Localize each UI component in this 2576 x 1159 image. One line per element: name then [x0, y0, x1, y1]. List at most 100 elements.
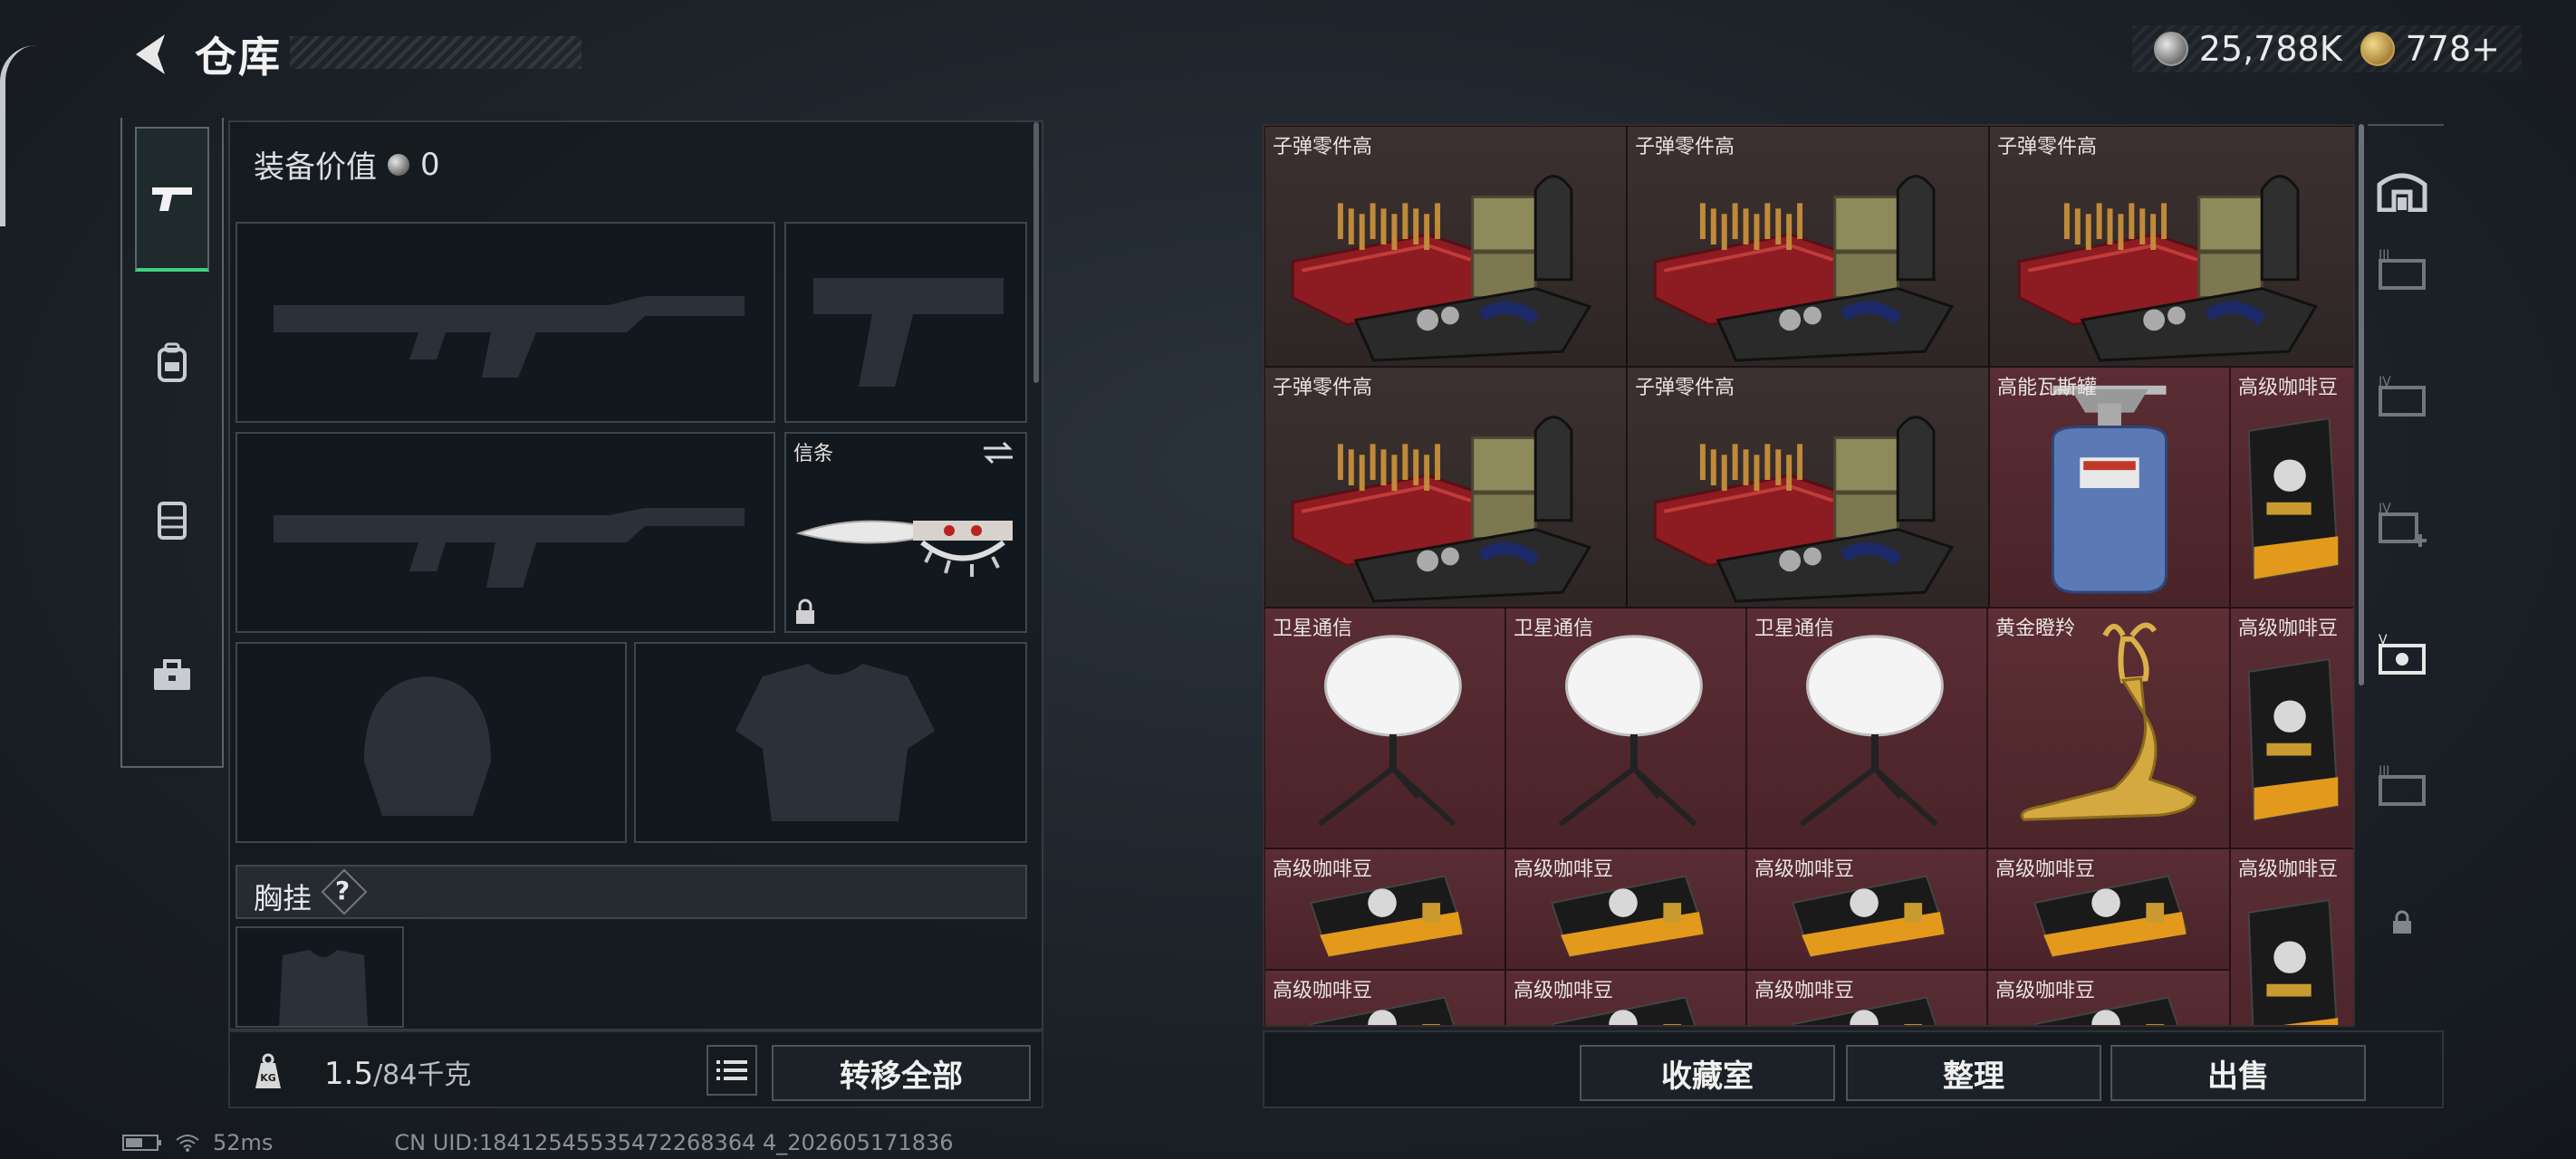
- secondary-weapon-slot[interactable]: [235, 432, 775, 633]
- sell-button[interactable]: 出售: [2110, 1045, 2366, 1101]
- transfer-all-button[interactable]: 转移全部: [772, 1045, 1031, 1101]
- collection-room-button[interactable]: 收藏室: [1580, 1045, 1835, 1101]
- item-label: 子弹零件高: [1273, 136, 1373, 158]
- bullet-item-icon: [1291, 175, 1592, 362]
- item-label: 子弹零件高: [1635, 377, 1735, 399]
- list-view-button[interactable]: [706, 1045, 757, 1096]
- inventory-item-coffee-flat[interactable]: 高级咖啡豆: [1264, 970, 1505, 1025]
- inventory-item-gas[interactable]: 高能瓦斯罐: [1989, 367, 2230, 608]
- list-icon: [716, 1060, 747, 1080]
- inventory-item-coffee-flat[interactable]: 高级咖啡豆: [1987, 970, 2230, 1025]
- help-icon[interactable]: ?: [335, 876, 350, 905]
- edge-arc-decoration: [0, 45, 42, 226]
- item-label: 子弹零件高: [1635, 136, 1735, 158]
- equipment-value: 装备价值 0: [254, 142, 440, 187]
- coffee-bag-item-icon: [2247, 417, 2340, 580]
- pistol-slot[interactable]: [784, 222, 1027, 423]
- swap-icon[interactable]: [980, 439, 1016, 466]
- inventory-item-coffee-flat[interactable]: 高级咖啡豆: [1505, 848, 1746, 970]
- storage-iii-icon[interactable]: III: [2373, 242, 2431, 300]
- armor-silhouette-icon: [735, 664, 935, 821]
- status-line: 52ms CN UID:18412545535472268364 4_20260…: [122, 1130, 954, 1155]
- page-header: 仓库: [122, 18, 282, 91]
- storage-iii-b-icon[interactable]: III: [2373, 758, 2431, 816]
- helmet-slot[interactable]: [235, 642, 627, 843]
- inventory-item-bullet[interactable]: 子弹零件高: [1989, 126, 2353, 367]
- silver-currency[interactable]: 25,788K: [2153, 29, 2342, 69]
- item-label: 黄金瞪羚: [1995, 618, 2076, 640]
- coffee-bag-item-icon: [2247, 657, 2340, 821]
- item-label: 高能瓦斯罐: [1997, 377, 2098, 399]
- pistol-silhouette-icon: [813, 278, 1004, 387]
- inventory-item-satellite[interactable]: 卫星通信: [1505, 608, 1746, 848]
- rig-icon: [158, 502, 187, 540]
- item-label: 子弹零件高: [1997, 136, 2098, 158]
- tab-weapons[interactable]: [135, 127, 209, 272]
- chest-rig-slot[interactable]: [235, 926, 404, 1028]
- pistol-icon: [152, 187, 192, 211]
- weight-bar: KG 1.5/84千克 转移全部: [228, 1030, 1043, 1108]
- item-label: 高级咖啡豆: [2238, 858, 2339, 881]
- svg-text:III: III: [2379, 764, 2389, 779]
- storage-iv-add-icon[interactable]: IV: [2373, 495, 2431, 553]
- tab-rig[interactable]: [135, 447, 209, 592]
- storage-v-icon[interactable]: V: [2373, 627, 2431, 685]
- inventory-item-satellite[interactable]: 卫星通信: [1264, 608, 1505, 848]
- inventory-item-coffee-bag[interactable]: 高级咖啡豆: [2230, 367, 2353, 608]
- inventory-item-bullet[interactable]: 子弹零件高: [1627, 126, 1989, 367]
- grid-scrollbar[interactable]: [2359, 124, 2364, 685]
- tab-toolbox[interactable]: [135, 603, 209, 748]
- item-label: 高级咖啡豆: [1754, 980, 1855, 1002]
- vault-icon[interactable]: [2373, 160, 2431, 218]
- armor-slot[interactable]: [634, 642, 1027, 843]
- item-label: 子弹零件高: [1273, 377, 1373, 399]
- bullet-item-icon: [2017, 175, 2319, 362]
- ping-text: 52ms: [213, 1130, 274, 1155]
- inventory-item-coffee-bag[interactable]: 高级咖啡豆: [2230, 608, 2353, 848]
- inventory-item-bullet[interactable]: 子弹零件高: [1264, 126, 1627, 367]
- uid-text: CN UID:18412545535472268364 4_2026051718…: [394, 1130, 954, 1155]
- tab-backpack[interactable]: [135, 290, 209, 435]
- inventory-item-coffee-flat[interactable]: 高级咖啡豆: [1264, 848, 1505, 970]
- sort-button[interactable]: 整理: [1846, 1045, 2101, 1101]
- inventory-item-coffee-flat[interactable]: 高级咖啡豆: [1746, 848, 1987, 970]
- inventory-item-satellite[interactable]: 卫星通信: [1746, 608, 1987, 848]
- inventory-item-bullet[interactable]: 子弹零件高: [1627, 367, 1989, 608]
- melee-slot[interactable]: 信条: [784, 432, 1027, 633]
- item-label: 高级咖啡豆: [1754, 858, 1855, 881]
- action-bar: 收藏室 整理 出售: [1263, 1030, 2444, 1108]
- item-label: 高级咖啡豆: [1514, 858, 1614, 881]
- chest-rig-label: 胸挂: [254, 881, 312, 915]
- back-button[interactable]: [122, 27, 177, 81]
- storage-iv-icon[interactable]: IV: [2373, 369, 2431, 426]
- item-label: 高级咖啡豆: [2238, 618, 2339, 640]
- equipment-scrollbar[interactable]: [1033, 122, 1039, 383]
- gold-amount: 778+: [2405, 29, 2500, 69]
- satellite-item-icon: [1558, 635, 1703, 827]
- inventory-item-coffee-flat[interactable]: 高级咖啡豆: [1746, 970, 1987, 1025]
- inventory-item-coffee-flat[interactable]: 高级咖啡豆: [1987, 848, 2230, 970]
- lock-icon: [796, 599, 814, 624]
- equipment-value-amount: 0: [420, 146, 440, 183]
- inventory-item-gazelle[interactable]: 黄金瞪羚: [1987, 608, 2230, 848]
- inventory-item-coffee-flat[interactable]: 高级咖啡豆: [1505, 970, 1746, 1025]
- item-label: 高级咖啡豆: [2238, 377, 2339, 399]
- page-title: 仓库: [195, 33, 282, 81]
- knife-icon: [795, 520, 1013, 577]
- rifle-silhouette-icon: [274, 296, 745, 378]
- melee-slot-label: 信条: [793, 443, 834, 465]
- primary-weapon-slot[interactable]: [235, 222, 775, 423]
- gas-item-icon: [2051, 385, 2168, 594]
- item-label: 高级咖啡豆: [1995, 980, 2096, 1002]
- inventory-item-bullet[interactable]: 子弹零件高: [1264, 367, 1627, 608]
- bullet-item-icon: [1653, 175, 1955, 362]
- lock-icon[interactable]: [2373, 894, 2431, 952]
- equipment-value-label: 装备价值: [254, 149, 377, 186]
- gold-currency[interactable]: 778+: [2360, 29, 2500, 69]
- inventory-item-coffee-bag[interactable]: 高级咖啡豆: [2230, 848, 2353, 1025]
- backpack-icon: [158, 342, 187, 382]
- gazelle-item-icon: [2020, 622, 2196, 821]
- silver-coin-icon: [2153, 32, 2188, 66]
- silver-amount: 25,788K: [2198, 29, 2342, 69]
- item-label: 高级咖啡豆: [1514, 980, 1614, 1002]
